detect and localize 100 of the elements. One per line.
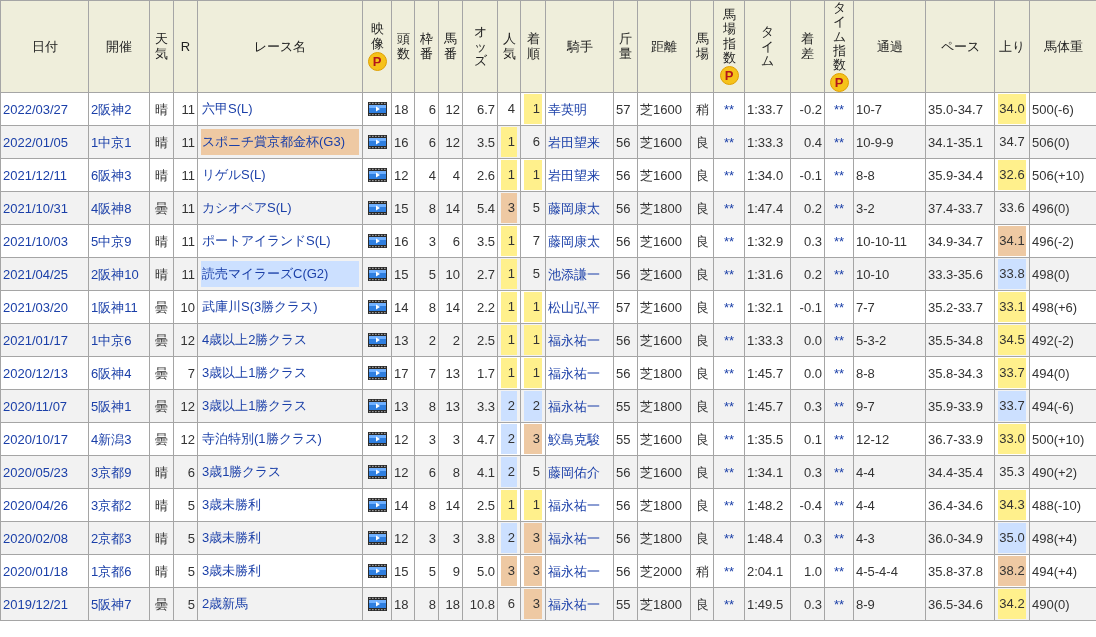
- horse-number-cell: 3: [438, 423, 463, 456]
- popularity-value: 3: [501, 193, 517, 224]
- weight-cell: 57: [613, 93, 638, 126]
- time-index-link[interactable]: **: [833, 167, 845, 183]
- finish-value: 1: [524, 490, 542, 521]
- distance-cell: 芝1800: [637, 489, 691, 522]
- track-index-link[interactable]: **: [723, 596, 735, 612]
- column-header: 映像: [370, 22, 384, 52]
- time-index-link[interactable]: **: [833, 200, 845, 216]
- time-index-link[interactable]: **: [833, 332, 845, 348]
- column-header: 馬場: [695, 32, 709, 62]
- passing-cell: 4-4: [853, 456, 926, 489]
- distance-cell: 芝1600: [637, 291, 691, 324]
- pace-cell: 36.7-33.9: [925, 423, 995, 456]
- pace-cell: 35.8-37.8: [925, 555, 995, 588]
- column-header: 着順: [526, 32, 540, 62]
- margin-cell: -0.4: [790, 489, 825, 522]
- column-header: R: [180, 38, 191, 56]
- odds-cell: 2.2: [462, 291, 498, 324]
- time-index-link[interactable]: **: [833, 233, 845, 249]
- track-index-link[interactable]: **: [723, 530, 735, 546]
- finish-value: 6: [531, 133, 541, 152]
- track-index-link[interactable]: **: [723, 233, 735, 249]
- column-header: 馬場指数: [722, 8, 736, 66]
- track-index-link[interactable]: **: [723, 134, 735, 150]
- passing-cell: 10-9-9: [853, 126, 926, 159]
- finish-value: 3: [524, 556, 542, 587]
- time-index-link[interactable]: **: [833, 299, 845, 315]
- race-number-cell: 5: [173, 588, 198, 621]
- popularity-value: 6: [506, 595, 516, 614]
- odds-cell: 3.5: [462, 126, 498, 159]
- finish-value: 2: [524, 391, 542, 422]
- time-index-link[interactable]: **: [833, 497, 845, 513]
- odds-cell: 3.3: [462, 390, 498, 423]
- track-condition-cell: 稍: [690, 555, 714, 588]
- weight-cell: 56: [613, 258, 638, 291]
- pace-cell: 33.3-35.6: [925, 258, 995, 291]
- track-condition-cell: 良: [690, 225, 714, 258]
- track-index-link[interactable]: **: [723, 464, 735, 480]
- track-condition-cell: 良: [690, 456, 714, 489]
- last-3f-value: 33.6: [998, 199, 1026, 218]
- track-index-link[interactable]: **: [723, 431, 735, 447]
- time-index-link[interactable]: **: [833, 365, 845, 381]
- time-index-link[interactable]: **: [833, 266, 845, 282]
- field-size-cell: 12: [391, 159, 415, 192]
- field-size-cell: 12: [391, 423, 415, 456]
- track-index-link[interactable]: **: [723, 332, 735, 348]
- time-index-link[interactable]: **: [833, 464, 845, 480]
- race-name-link[interactable]: 読売マイラーズC(G2): [201, 261, 359, 288]
- track-index-link[interactable]: **: [723, 266, 735, 282]
- popularity-value: 1: [501, 358, 517, 389]
- passing-cell: 4-3: [853, 522, 926, 555]
- popularity-value: 1: [501, 325, 517, 356]
- track-index-link[interactable]: **: [723, 497, 735, 513]
- passing-cell: 10-10: [853, 258, 926, 291]
- popularity-value: 2: [501, 523, 517, 554]
- popularity-value: 2: [501, 391, 517, 422]
- race-name-link[interactable]: スポニチ賞京都金杯(G3): [201, 129, 359, 156]
- column-header: 頭数: [396, 32, 410, 62]
- time-index-link[interactable]: **: [833, 530, 845, 546]
- margin-cell: -0.1: [790, 291, 825, 324]
- time-index-link[interactable]: **: [833, 431, 845, 447]
- odds-cell: 6.7: [462, 93, 498, 126]
- popularity-value: 1: [501, 292, 517, 323]
- popularity-value: 4: [506, 100, 516, 119]
- popularity-value: 1: [501, 226, 517, 257]
- gate-cell: 5: [414, 555, 439, 588]
- track-index-link[interactable]: **: [723, 200, 735, 216]
- column-header: 騎手: [566, 38, 593, 56]
- weather-cell: 晴: [149, 225, 174, 258]
- track-index-link[interactable]: **: [723, 299, 735, 315]
- pace-cell: 36.5-34.6: [925, 588, 995, 621]
- passing-cell: 4-4: [853, 489, 926, 522]
- last-3f-value: 34.1: [998, 226, 1026, 257]
- track-index-link[interactable]: **: [723, 101, 735, 117]
- time-index-link[interactable]: **: [833, 101, 845, 117]
- last-3f-value: 35.3: [998, 463, 1026, 482]
- race-number-cell: 6: [173, 456, 198, 489]
- last-3f-value: 34.3: [998, 490, 1026, 521]
- passing-cell: 12-12: [853, 423, 926, 456]
- distance-cell: 芝2000: [637, 555, 691, 588]
- track-index-link[interactable]: **: [723, 398, 735, 414]
- time-index-link[interactable]: **: [833, 134, 845, 150]
- time-cell: 1:47.4: [744, 192, 791, 225]
- finish-value: 5: [531, 199, 541, 218]
- time-index-link[interactable]: **: [833, 398, 845, 414]
- time-index-link[interactable]: **: [833, 563, 845, 579]
- margin-cell: 0.0: [790, 324, 825, 357]
- time-cell: 1:48.2: [744, 489, 791, 522]
- track-condition-cell: 良: [690, 522, 714, 555]
- odds-cell: 5.0: [462, 555, 498, 588]
- gate-cell: 7: [414, 357, 439, 390]
- track-condition-cell: 良: [690, 588, 714, 621]
- weather-cell: 晴: [149, 555, 174, 588]
- track-index-link[interactable]: **: [723, 167, 735, 183]
- track-index-link[interactable]: **: [723, 365, 735, 381]
- weather-cell: 晴: [149, 126, 174, 159]
- track-index-link[interactable]: **: [723, 563, 735, 579]
- time-index-link[interactable]: **: [833, 596, 845, 612]
- passing-cell: 9-7: [853, 390, 926, 423]
